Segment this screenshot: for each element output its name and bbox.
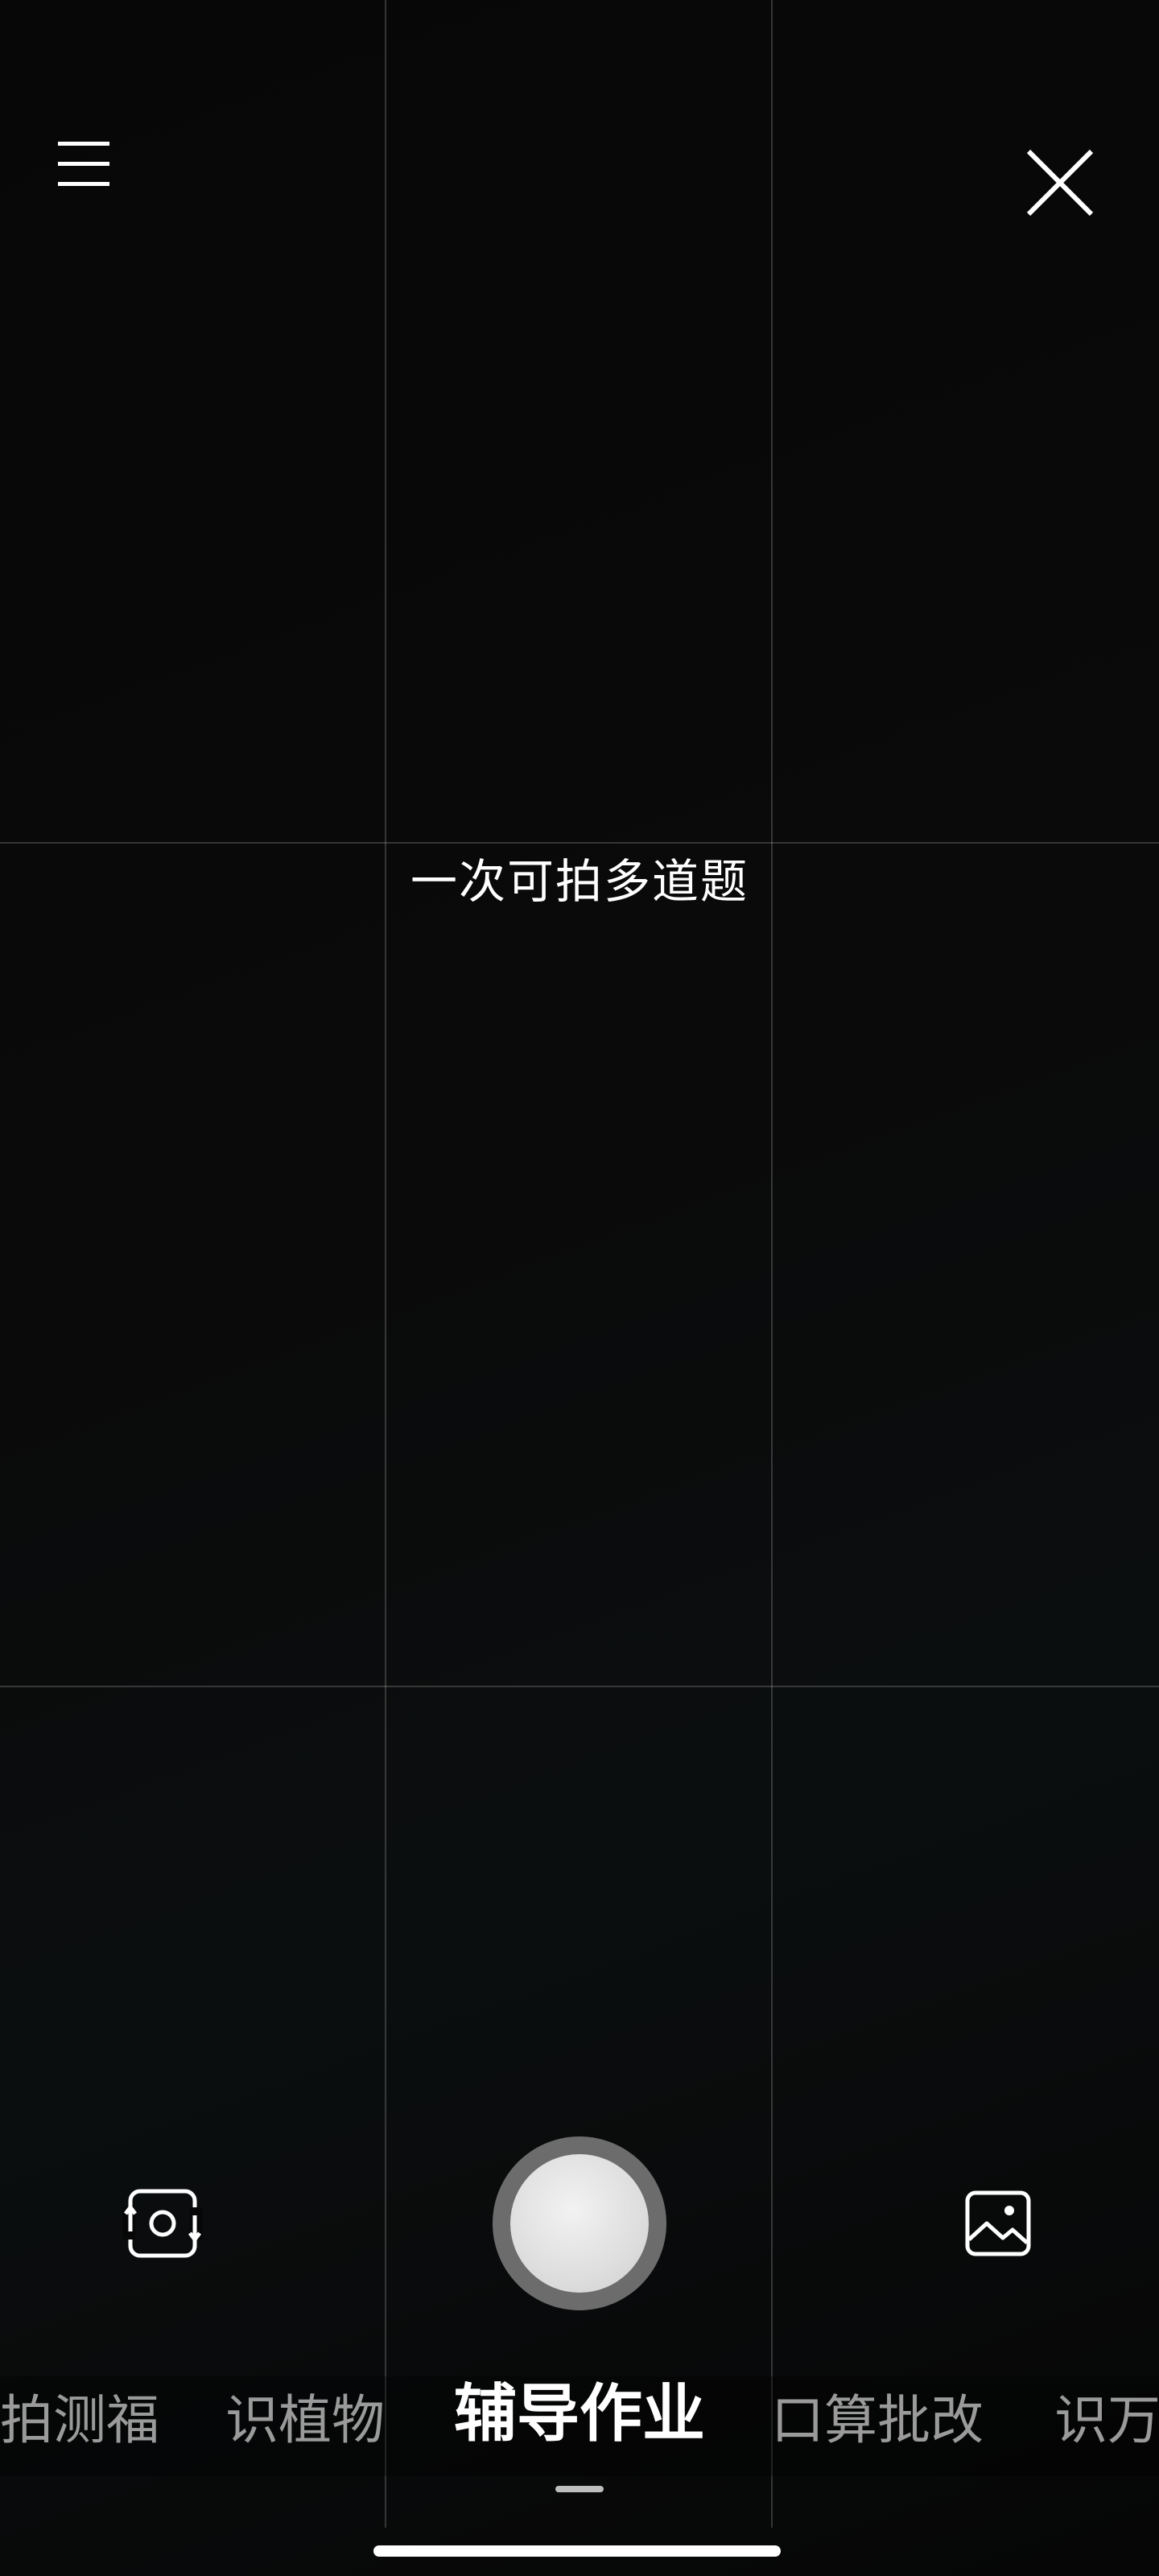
mode-tab-2[interactable]: 识植物 xyxy=(225,2384,385,2457)
camera-screen: 一次可拍多道题 拍测福 识植物 辅导作业 口算批改 识万 xyxy=(0,0,1159,2576)
shutter-button[interactable] xyxy=(493,2136,666,2310)
grid-line-vertical-1 xyxy=(385,0,386,2528)
mode-tab-1[interactable]: 拍测福 xyxy=(0,2384,159,2457)
shutter-inner xyxy=(510,2154,649,2293)
active-mode-indicator xyxy=(555,2486,604,2492)
mode-tab-5[interactable]: 识万 xyxy=(1054,2384,1159,2457)
close-button[interactable] xyxy=(1022,145,1098,221)
gallery-icon xyxy=(965,2190,1031,2256)
capture-hint: 一次可拍多道题 xyxy=(410,854,749,909)
home-indicator-bar[interactable] xyxy=(373,2545,781,2557)
camera-flip-icon xyxy=(122,2189,203,2258)
flip-camera-button[interactable] xyxy=(119,2185,206,2262)
menu-button[interactable] xyxy=(53,135,114,192)
grid-line-vertical-2 xyxy=(771,0,773,2528)
gallery-button[interactable] xyxy=(963,2188,1033,2259)
mode-tab-4[interactable]: 口算批改 xyxy=(771,2384,984,2457)
close-icon xyxy=(1026,149,1094,217)
menu-icon xyxy=(58,142,109,186)
grid-line-horizontal-2 xyxy=(0,1686,1159,1687)
mode-tab-active[interactable]: 辅导作业 xyxy=(454,2378,705,2450)
